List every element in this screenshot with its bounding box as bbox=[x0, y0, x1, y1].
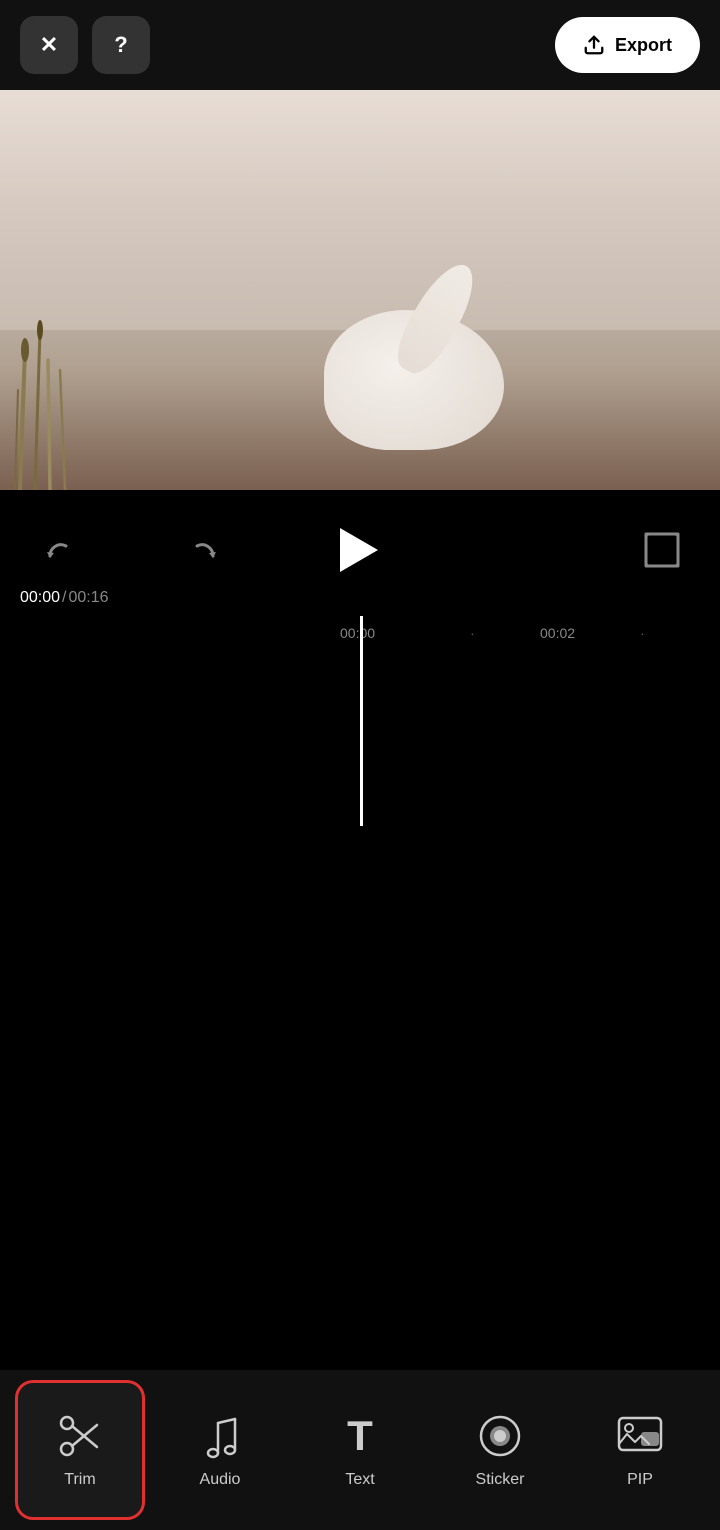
total-time: 00:16 bbox=[69, 589, 109, 607]
fullscreen-button[interactable] bbox=[634, 522, 690, 578]
swan-body bbox=[324, 310, 504, 450]
audio-icon bbox=[199, 1411, 241, 1461]
top-bar-left-buttons: ✕ ? bbox=[20, 16, 150, 74]
reeds-decoration bbox=[0, 270, 150, 490]
redo-button[interactable] bbox=[177, 522, 233, 578]
video-preview bbox=[0, 90, 720, 490]
swan-subject bbox=[324, 310, 504, 450]
time-display: 00:00 / 00:16 bbox=[0, 580, 720, 616]
tool-pip[interactable]: PIP bbox=[575, 1380, 705, 1520]
sticker-icon bbox=[478, 1411, 522, 1461]
tool-text[interactable]: T Text bbox=[295, 1380, 425, 1520]
tool-audio[interactable]: Audio bbox=[155, 1380, 285, 1520]
export-label: Export bbox=[615, 35, 672, 56]
pip-icon bbox=[617, 1411, 663, 1461]
top-bar: ✕ ? Export bbox=[0, 0, 720, 90]
text-label: Text bbox=[345, 1471, 374, 1489]
fullscreen-icon bbox=[640, 528, 684, 572]
marker-mid: 00:02 bbox=[540, 625, 575, 641]
text-icon: T bbox=[347, 1411, 373, 1461]
current-time: 00:00 bbox=[20, 589, 60, 607]
marker-start: 00:00 bbox=[340, 625, 375, 641]
help-button[interactable]: ? bbox=[92, 16, 150, 74]
close-button[interactable]: ✕ bbox=[20, 16, 78, 74]
trim-label: Trim bbox=[64, 1471, 95, 1489]
marker-dot2: · bbox=[640, 625, 645, 641]
close-icon: ✕ bbox=[40, 32, 58, 58]
undo-icon bbox=[38, 530, 78, 570]
audio-label: Audio bbox=[200, 1471, 241, 1489]
pip-label: PIP bbox=[627, 1471, 653, 1489]
help-icon: ? bbox=[114, 32, 127, 58]
play-button[interactable] bbox=[324, 518, 388, 582]
trim-icon bbox=[57, 1411, 103, 1461]
play-icon bbox=[340, 528, 378, 572]
marker-dot1: · bbox=[470, 625, 475, 641]
upload-icon bbox=[583, 34, 605, 56]
export-button[interactable]: Export bbox=[555, 17, 700, 73]
bottom-toolbar: Trim Audio T Text Stic bbox=[0, 1370, 720, 1530]
redo-icon bbox=[185, 530, 225, 570]
tool-sticker[interactable]: Sticker bbox=[435, 1380, 565, 1520]
video-frame bbox=[0, 90, 720, 490]
tool-trim[interactable]: Trim bbox=[15, 1380, 145, 1520]
sticker-label: Sticker bbox=[476, 1471, 525, 1489]
time-separator: / bbox=[62, 589, 66, 607]
undo-button[interactable] bbox=[30, 522, 86, 578]
playhead bbox=[360, 616, 363, 826]
